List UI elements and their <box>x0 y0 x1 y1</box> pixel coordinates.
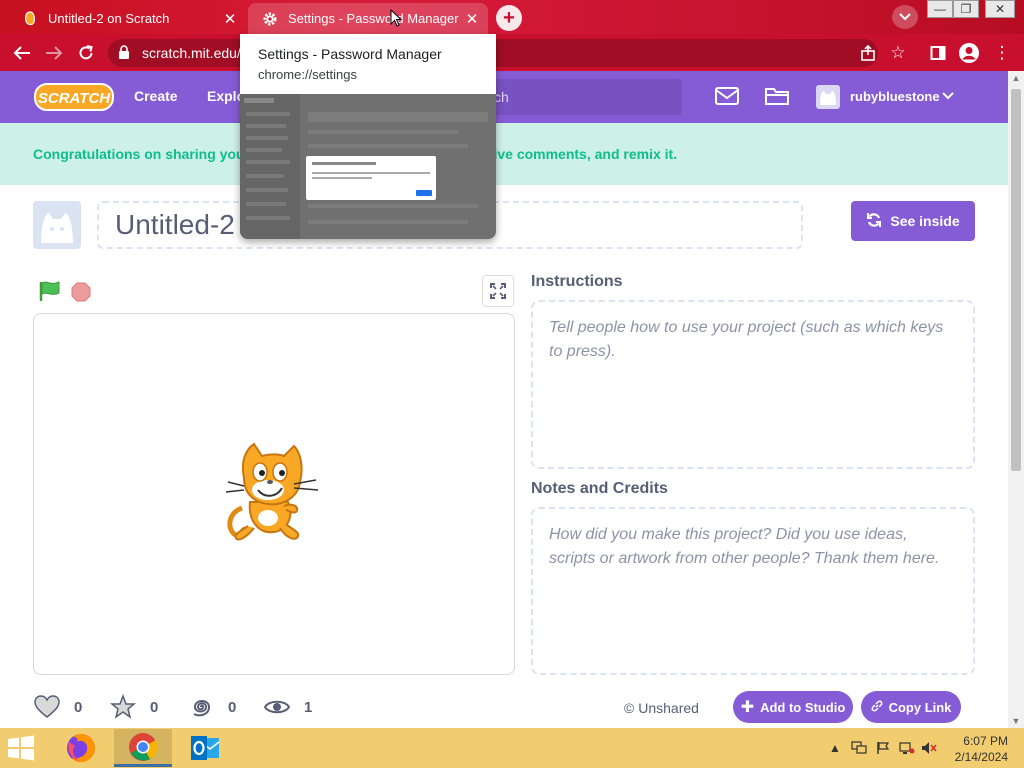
page-scrollbar[interactable]: ▲ ▼ <box>1008 71 1024 728</box>
close-window-button[interactable]: ✕ <box>985 0 1015 18</box>
fullscreen-icon[interactable] <box>482 275 514 307</box>
search-placeholder: ch <box>494 89 509 105</box>
notes-placeholder: How did you make this project? Did you u… <box>549 526 940 567</box>
view-stat: 1 <box>264 694 312 720</box>
clock-time: 6:07 PM <box>963 734 1008 748</box>
network-devices-icon[interactable] <box>850 740 868 756</box>
tab-search-chevron-icon[interactable] <box>892 5 918 29</box>
project-stage[interactable] <box>33 313 515 675</box>
side-panel-icon[interactable] <box>926 41 950 65</box>
gear-icon <box>262 11 278 27</box>
preview-title: Settings - Password Manager <box>258 46 442 62</box>
new-tab-button[interactable]: + <box>496 5 522 31</box>
scratch-cat-sprite <box>224 442 324 548</box>
show-hidden-icons-chevron-icon[interactable]: ▲ <box>826 740 844 756</box>
scrollbar-thumb[interactable] <box>1011 89 1021 471</box>
copy-link-label: Copy Link <box>888 699 952 715</box>
project-author-avatar[interactable] <box>33 201 81 249</box>
reload-icon[interactable] <box>74 41 98 65</box>
restore-window-button[interactable]: ❐ <box>953 0 979 18</box>
add-to-studio-button[interactable]: ✚ Add to Studio <box>733 691 853 723</box>
outlook-taskbar-icon[interactable] <box>176 729 234 767</box>
tab-settings-password-manager[interactable]: Settings - Password Manager ✕ <box>248 3 488 34</box>
tab-scratch-project[interactable]: Untitled-2 on Scratch ✕ <box>8 3 246 34</box>
favorite-count: 0 <box>150 698 159 716</box>
browser-toolbar: scratch.mit.edu/ ☆ ⋮ <box>0 34 1024 71</box>
share-status-label: Unshared <box>638 700 699 716</box>
network-status-icon[interactable] <box>898 740 916 756</box>
notes-credits-heading: Notes and Credits <box>531 480 668 497</box>
scratch-search-input[interactable]: ch <box>470 79 682 115</box>
bookmark-star-icon[interactable]: ☆ <box>886 41 910 65</box>
share-congrats-banner: Congratulations on sharing you bout, giv… <box>0 123 1008 185</box>
love-stat[interactable]: 0 <box>34 694 82 720</box>
tab-title: Untitled-2 on Scratch <box>48 11 170 26</box>
windows-start-icon[interactable] <box>6 734 40 764</box>
scratch-favicon-icon <box>22 10 38 27</box>
project-title: Untitled-2 <box>115 209 235 240</box>
scroll-down-arrow-icon[interactable]: ▼ <box>1008 714 1024 728</box>
volume-muted-icon[interactable] <box>920 740 938 756</box>
messages-envelope-icon[interactable] <box>714 85 740 109</box>
plus-icon: ✚ <box>740 699 755 716</box>
preview-thumbnail <box>240 94 496 239</box>
instructions-placeholder: Tell people how to use your project (suc… <box>549 319 944 360</box>
forward-arrow-icon[interactable] <box>42 41 66 65</box>
kebab-menu-icon[interactable]: ⋮ <box>990 41 1014 65</box>
address-bar-url: scratch.mit.edu/ <box>142 45 241 61</box>
love-count: 0 <box>74 698 83 716</box>
eye-icon <box>264 694 290 720</box>
tab-hover-preview-card: Settings - Password Manager chrome://set… <box>240 34 496 239</box>
back-arrow-icon[interactable] <box>10 41 34 65</box>
see-inside-button[interactable]: See inside <box>851 201 975 241</box>
view-count: 1 <box>304 698 313 716</box>
firefox-taskbar-icon[interactable] <box>52 729 110 767</box>
remix-stat: 0 <box>188 694 236 720</box>
preview-url: chrome://settings <box>258 67 357 82</box>
scratch-navbar: SCRATCH Create Explo ch rubybluestone <box>0 71 1008 123</box>
nav-create-link[interactable]: Create <box>134 88 178 104</box>
instructions-textarea[interactable]: Tell people how to use your project (suc… <box>531 300 975 469</box>
my-stuff-folder-icon[interactable] <box>764 85 790 109</box>
notes-credits-textarea[interactable]: How did you make this project? Did you u… <box>531 507 975 675</box>
remix-arrows-icon <box>866 212 882 231</box>
stop-sign-icon[interactable] <box>71 282 91 302</box>
windows-taskbar: ▲ 6:07 PM 2/14/2024 <box>0 728 1024 768</box>
star-icon <box>110 694 136 720</box>
close-tab-icon[interactable]: ✕ <box>220 9 240 29</box>
user-avatar[interactable] <box>816 85 840 109</box>
scratch-logo[interactable]: SCRATCH <box>34 82 114 112</box>
system-clock[interactable]: 6:07 PM 2/14/2024 <box>948 733 1008 765</box>
remix-spiral-icon <box>188 694 214 720</box>
see-inside-label: See inside <box>890 213 960 229</box>
tab-title: Settings - Password Manager <box>288 11 459 26</box>
close-tab-icon[interactable]: ✕ <box>462 9 482 29</box>
clock-date: 2/14/2024 <box>954 750 1008 764</box>
svg-text:SCRATCH: SCRATCH <box>38 90 111 107</box>
instructions-heading: Instructions <box>531 273 623 290</box>
lock-icon <box>118 45 130 65</box>
action-center-flag-icon[interactable] <box>874 740 892 756</box>
username-label[interactable]: rubybluestone <box>850 89 940 104</box>
green-flag-icon[interactable] <box>38 280 62 302</box>
link-icon <box>871 700 883 715</box>
scroll-up-arrow-icon[interactable]: ▲ <box>1008 71 1024 85</box>
heart-icon <box>34 694 60 720</box>
browser-tab-strip: Untitled-2 on Scratch ✕ Settings - Passw… <box>0 0 1024 34</box>
chevron-down-icon[interactable] <box>942 88 954 103</box>
copy-link-button[interactable]: Copy Link <box>861 691 961 723</box>
profile-avatar-icon[interactable] <box>957 41 981 65</box>
share-status: © Unshared <box>624 700 699 716</box>
add-to-studio-label: Add to Studio <box>760 699 846 715</box>
mouse-cursor-icon <box>390 8 403 27</box>
chrome-taskbar-icon[interactable] <box>114 729 172 767</box>
copyright-icon: © <box>624 700 639 716</box>
remix-count: 0 <box>228 698 237 716</box>
minimize-window-button[interactable]: — <box>927 0 953 18</box>
share-icon[interactable] <box>856 41 880 65</box>
favorite-stat[interactable]: 0 <box>110 694 158 720</box>
